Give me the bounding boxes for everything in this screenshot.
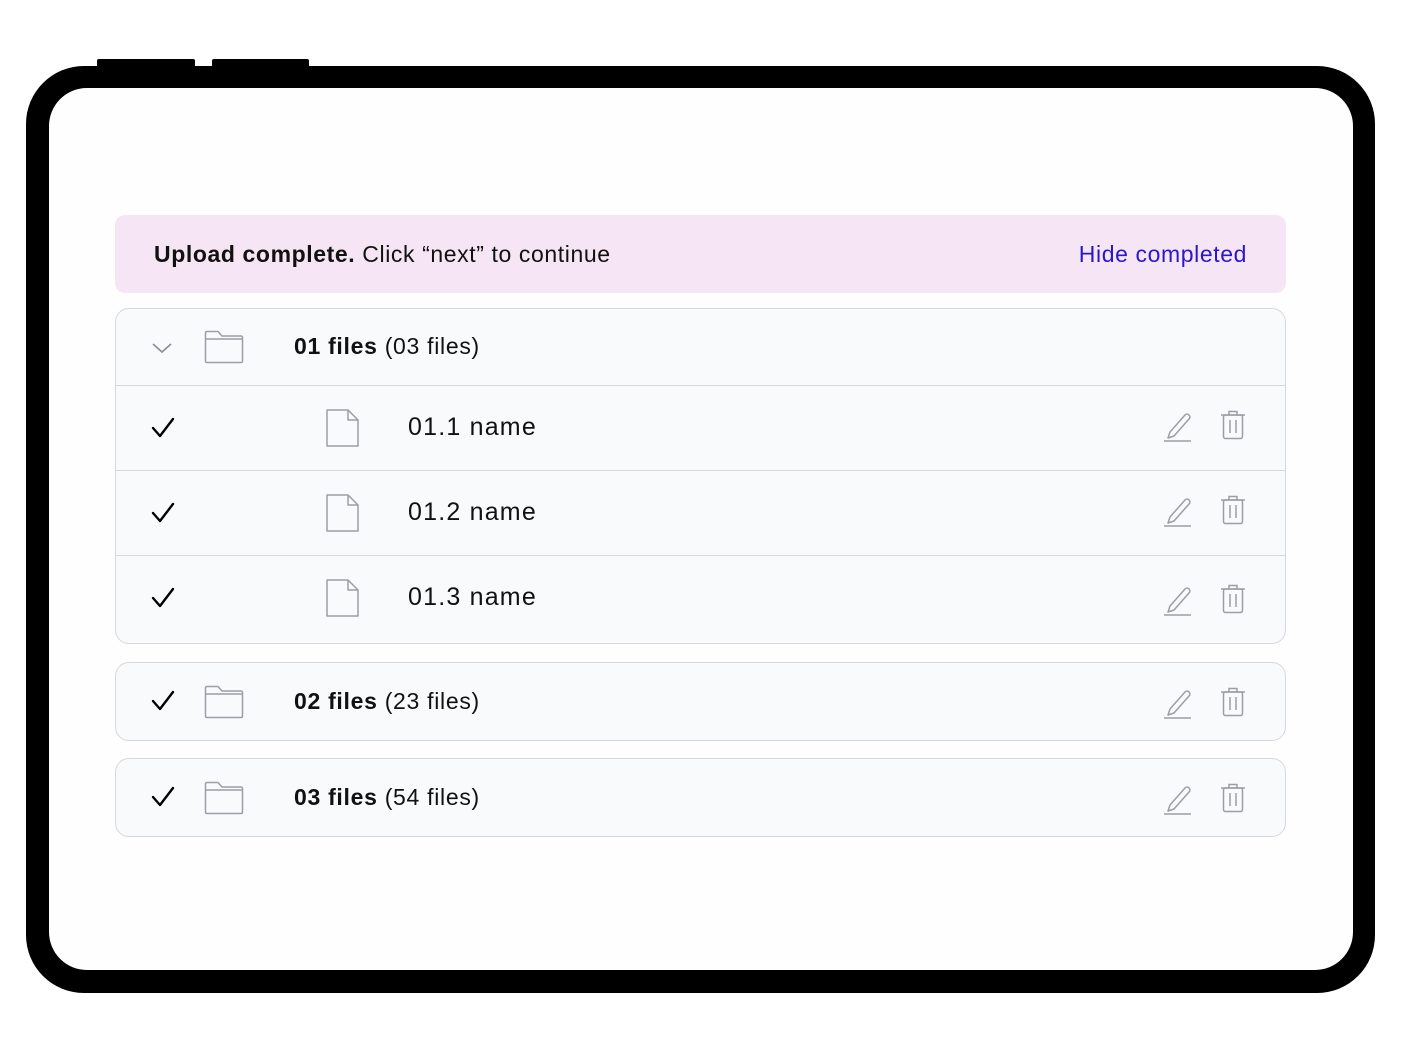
folder-icon [204,330,244,364]
file-icon [326,409,359,447]
trash-icon[interactable] [1220,495,1246,525]
folder-icon [204,781,244,815]
group-title: 01 files (03 files) [294,333,480,360]
file-icon [326,579,359,617]
trash-icon[interactable] [1220,584,1246,614]
pencil-icon[interactable] [1163,495,1193,527]
group-name: 02 files [294,688,378,714]
file-group: 02 files (23 files) [115,662,1286,741]
file-group: 01 files (03 files) 01.1 name 01.2 name … [115,308,1286,644]
group-count: (23 files) [384,688,480,714]
check-icon [151,502,175,523]
file-name: 01.2 name [408,498,537,526]
check-icon [151,417,175,438]
chevron-down-icon[interactable] [151,341,173,355]
group-title: 02 files (23 files) [294,688,480,715]
file-name: 01.1 name [408,413,537,441]
file-row: 01.1 name [116,386,1285,471]
group-count: (03 files) [384,333,480,359]
file-name: 01.3 name [408,583,537,611]
pencil-icon[interactable] [1163,687,1193,719]
hide-completed-link[interactable]: Hide completed [1079,241,1247,268]
banner-message-text: Click “next” to continue [355,240,611,267]
group-header-01[interactable]: 01 files (03 files) [116,309,1285,386]
file-row: 01.2 name [116,471,1285,556]
file-group: 03 files (54 files) [115,758,1286,837]
group-name: 01 files [294,333,378,359]
trash-icon[interactable] [1220,783,1246,813]
group-header-02[interactable]: 02 files (23 files) [116,663,1285,740]
group-title: 03 files (54 files) [294,784,480,811]
group-name: 03 files [294,784,378,810]
file-row: 01.3 name [116,556,1285,643]
folder-icon [204,685,244,719]
check-icon [151,587,175,608]
group-count: (54 files) [384,784,480,810]
trash-icon[interactable] [1220,410,1246,440]
pencil-icon[interactable] [1163,410,1193,442]
upload-status-banner: Upload complete. Click “next” to continu… [115,215,1286,293]
file-icon [326,494,359,532]
pencil-icon[interactable] [1163,584,1193,616]
check-icon [151,786,175,807]
trash-icon[interactable] [1220,687,1246,717]
pencil-icon[interactable] [1163,783,1193,815]
banner-message-bold: Upload complete. [154,240,356,267]
check-icon [151,690,175,711]
group-header-03[interactable]: 03 files (54 files) [116,759,1285,836]
banner-message: Upload complete. Click “next” to continu… [154,241,611,268]
